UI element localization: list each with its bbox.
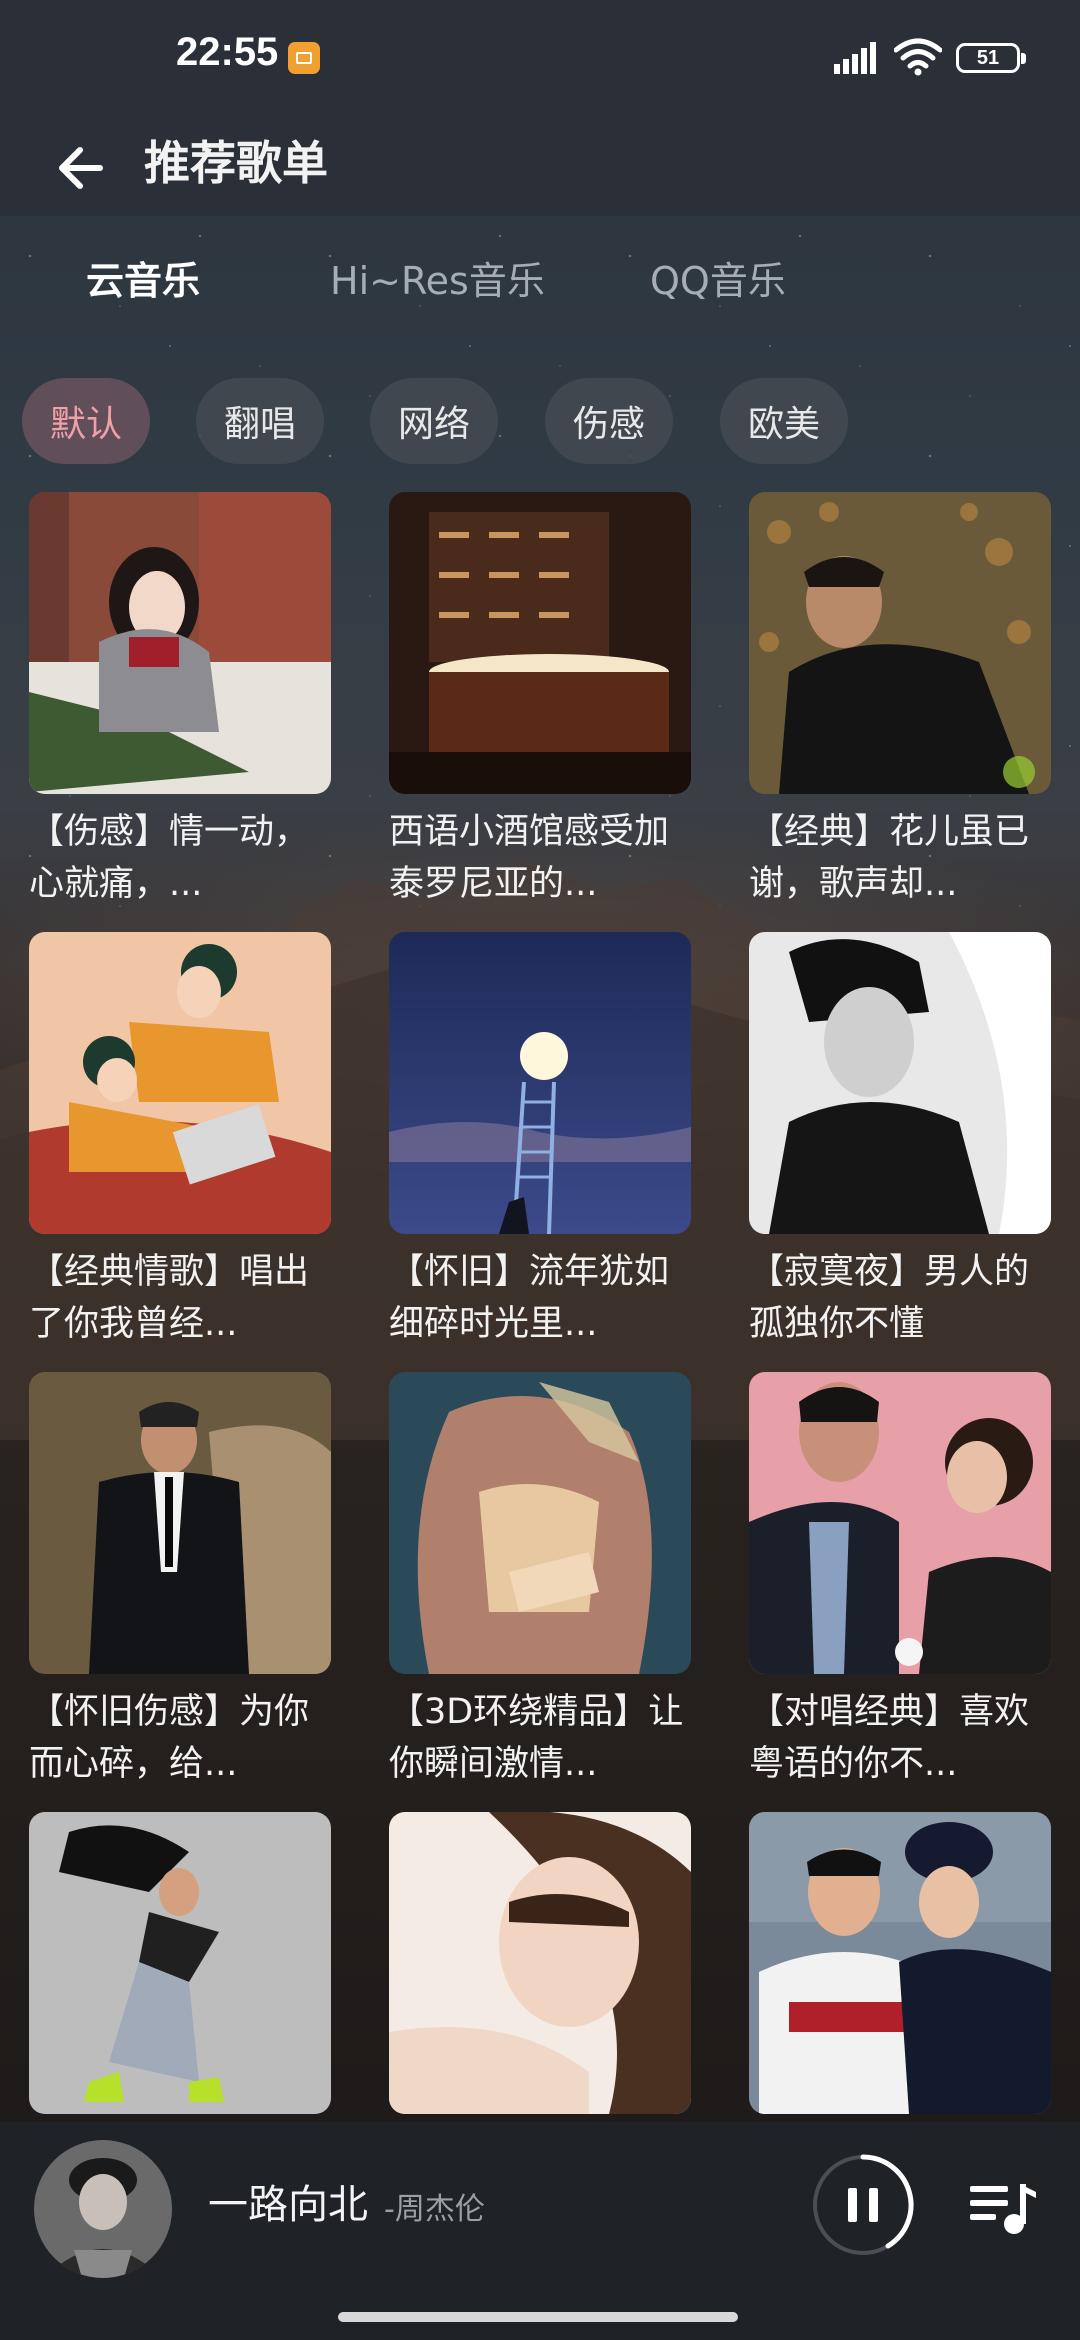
playlist-title: 【经典】花儿虽已谢，歌声却...	[749, 812, 1030, 904]
playlist-card[interactable]: 西语小酒馆感受加泰罗尼亚的...	[389, 492, 691, 912]
tab-cloud-music[interactable]: 云音乐	[86, 246, 200, 316]
playlist-grid: 【伤感】情一动，心就痛，... 西语小酒馆感受加泰罗尼亚的... 【经典】花儿虽…	[0, 492, 1080, 2122]
signal-icon	[834, 42, 876, 74]
playlist-cover	[29, 492, 331, 794]
playlist-queue-button[interactable]	[966, 2170, 1042, 2246]
playlist-cover	[389, 492, 691, 794]
playlist-cover	[389, 1812, 691, 2114]
back-button[interactable]	[40, 128, 120, 208]
app-bar: 推荐歌单	[0, 120, 1080, 216]
pause-icon	[813, 2154, 914, 2255]
wifi-icon	[894, 38, 942, 76]
playlist-cover	[389, 1372, 691, 1674]
artist-name: -周杰伦	[384, 2192, 485, 2227]
song-title: 一路向北	[208, 2182, 368, 2228]
album-art[interactable]	[34, 2140, 172, 2278]
notification-app-icon	[288, 42, 320, 74]
pause-button[interactable]	[808, 2150, 918, 2260]
playlist-cover	[29, 932, 331, 1234]
playlist-title: 【经典情歌】唱出了你我曾经...	[29, 1252, 310, 1344]
playlist-card[interactable]: 【3D环绕精品】让你瞬间激情...	[389, 1372, 691, 1792]
playlist-card[interactable]	[749, 1812, 1051, 2122]
playlist-title: 【对唱经典】喜欢粤语的你不...	[749, 1692, 1030, 1784]
playlist-card[interactable]: 【经典】花儿虽已谢，歌声却...	[749, 492, 1051, 912]
playlist-cover	[749, 1812, 1051, 2114]
mini-player[interactable]: 一路向北 -周杰伦	[0, 2122, 1080, 2292]
playlist-title: 【伤感】情一动，心就痛，...	[29, 812, 310, 904]
playlist-cover	[749, 932, 1051, 1234]
playlist-icon	[970, 2184, 1036, 2234]
tab-hi-res-music[interactable]: Hi~Res音乐	[330, 246, 545, 316]
chip-cover[interactable]: 翻唱	[196, 378, 324, 464]
playlist-cover	[749, 1372, 1051, 1674]
playlist-card[interactable]	[389, 1812, 691, 2122]
playlist-card[interactable]: 【怀旧伤感】为你而心碎，给...	[29, 1372, 331, 1792]
playlist-card[interactable]: 【寂寞夜】男人的孤独你不懂	[749, 932, 1051, 1352]
chip-default[interactable]: 默认	[22, 378, 150, 464]
playlist-card[interactable]: 【伤感】情一动，心就痛，...	[29, 492, 331, 912]
playlist-title: 西语小酒馆感受加泰罗尼亚的...	[389, 812, 670, 904]
playlist-title: 【寂寞夜】男人的孤独你不懂	[749, 1252, 1030, 1344]
chip-internet[interactable]: 网络	[370, 378, 498, 464]
playlist-cover	[749, 492, 1051, 794]
home-indicator[interactable]	[338, 2312, 738, 2322]
status-bar: 22:55 51	[0, 0, 1080, 120]
playlist-card[interactable]: 【怀旧】流年犹如细碎时光里...	[389, 932, 691, 1352]
chip-sad[interactable]: 伤感	[545, 378, 673, 464]
tab-qq-music[interactable]: QQ音乐	[650, 246, 786, 316]
playlist-cover	[29, 1372, 331, 1674]
playlist-cover	[389, 932, 691, 1234]
playlist-cover	[29, 1812, 331, 2114]
navigation-bar	[0, 2292, 1080, 2340]
playlist-title: 【怀旧伤感】为你而心碎，给...	[29, 1692, 310, 1784]
battery-icon: 51	[956, 43, 1026, 73]
category-chips: 默认 翻唱 网络 伤感 欧美	[0, 378, 1080, 464]
playlist-card[interactable]: 【经典情歌】唱出了你我曾经...	[29, 932, 331, 1352]
playlist-card[interactable]: 【对唱经典】喜欢粤语的你不...	[749, 1372, 1051, 1792]
status-time: 22:55	[176, 30, 279, 74]
chip-western[interactable]: 欧美	[720, 378, 848, 464]
playlist-card[interactable]	[29, 1812, 331, 2122]
battery-level: 51	[976, 47, 1000, 69]
playlist-title: 【3D环绕精品】让你瞬间激情...	[389, 1692, 684, 1784]
playlist-title: 【怀旧】流年犹如细碎时光里...	[389, 1252, 670, 1344]
page-title: 推荐歌单	[144, 136, 328, 190]
arrow-left-icon	[59, 147, 103, 189]
source-tabs: 云音乐 Hi~Res音乐 QQ音乐	[0, 246, 1080, 316]
